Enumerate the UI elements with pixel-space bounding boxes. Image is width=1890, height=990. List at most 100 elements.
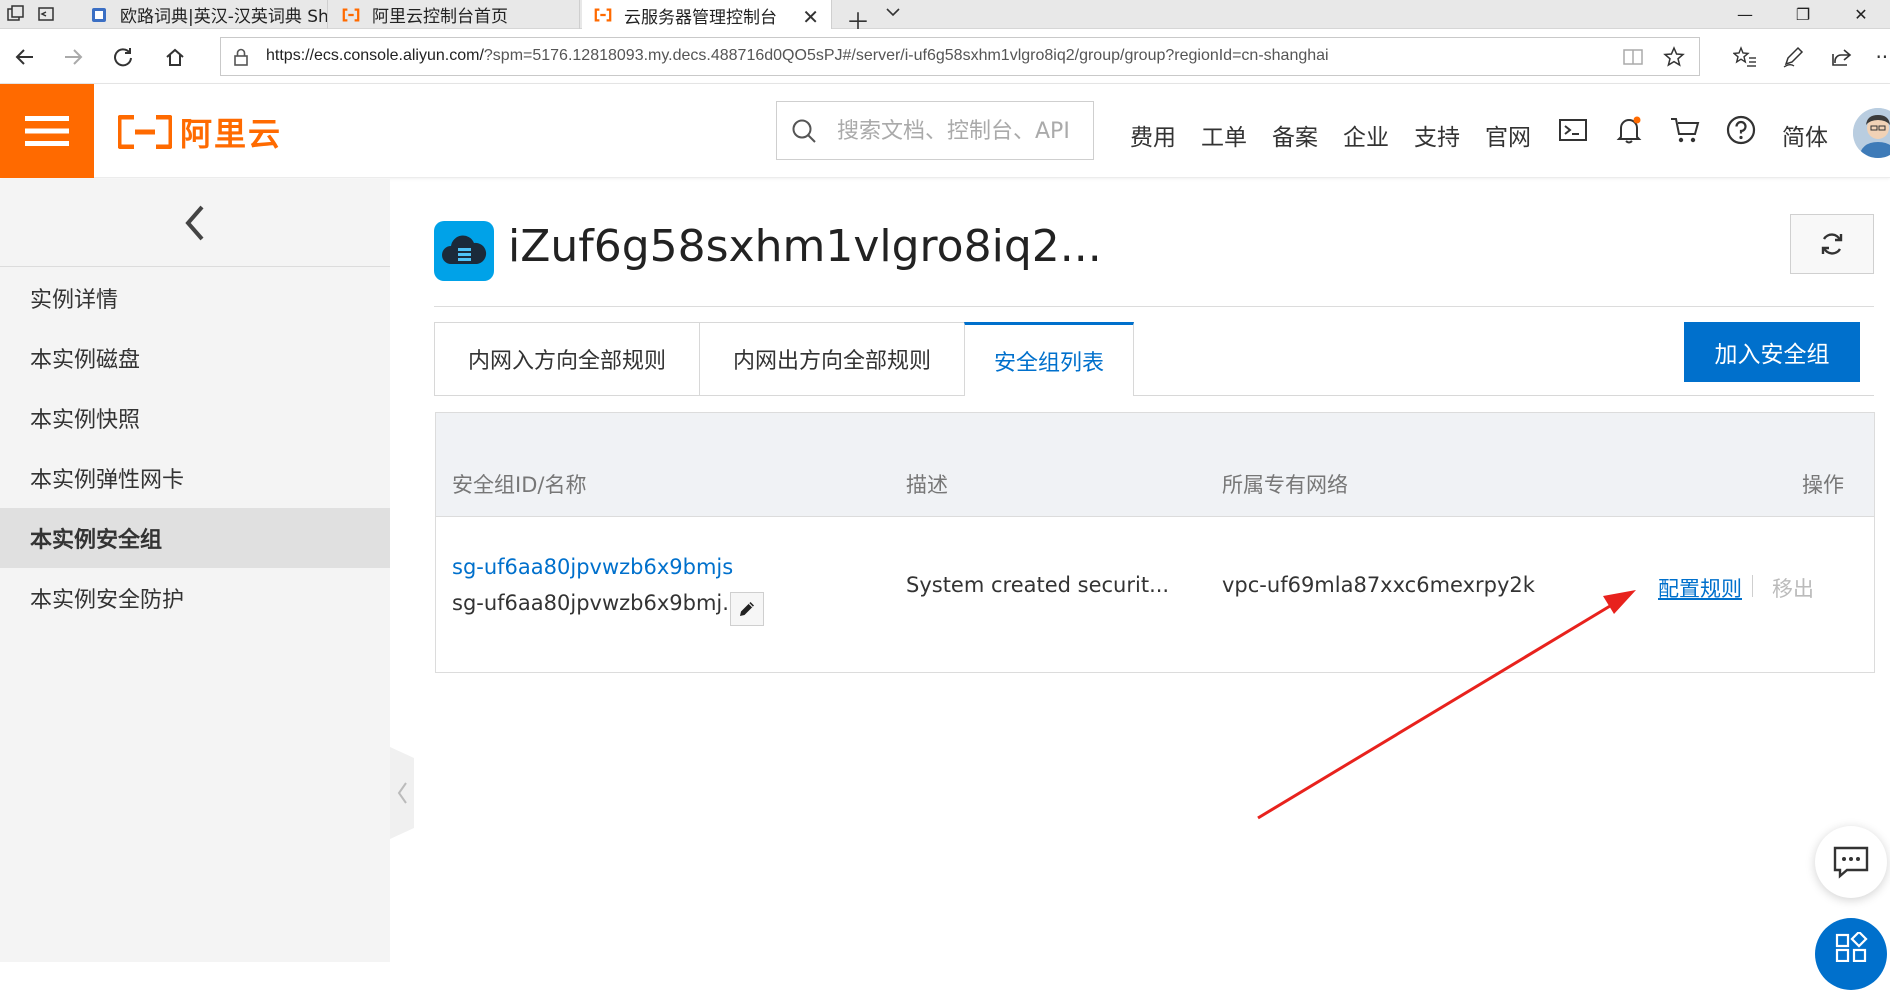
- search-input[interactable]: [837, 114, 1087, 148]
- refresh-button[interactable]: [1790, 214, 1874, 274]
- sidebar-item-security-protection[interactable]: 本实例安全防护: [0, 568, 390, 628]
- sidebar-item-eni[interactable]: 本实例弹性网卡: [0, 448, 390, 508]
- tab-manager-icon[interactable]: [6, 4, 26, 24]
- tab-security-group-list[interactable]: 安全组列表: [964, 322, 1134, 396]
- nav-enterprise[interactable]: 企业: [1343, 118, 1389, 152]
- tabs-aside-icon[interactable]: [36, 4, 56, 24]
- browser-tab-console-home[interactable]: 阿里云控制台首页: [330, 0, 580, 29]
- column-header-actions: 操作: [1802, 473, 1844, 497]
- url-path: ?spm=5176.12818093.my.decs.488716d0QO5sP…: [483, 47, 1329, 64]
- minimize-icon[interactable]: —: [1716, 0, 1774, 28]
- instance-title: iZuf6g58sxhm1vlgro8iq2...: [508, 221, 1102, 272]
- join-security-group-button[interactable]: 加入安全组: [1684, 322, 1860, 382]
- reload-icon[interactable]: [108, 42, 138, 72]
- pen-icon[interactable]: [1778, 42, 1808, 72]
- console-header: 阿里云 费用 工单 备案 企业 支持 官网 简体: [0, 84, 1890, 178]
- url-text: https://ecs.console.aliyun.com/?spm=5176…: [266, 47, 1329, 65]
- user-avatar[interactable]: [1853, 108, 1890, 158]
- tab-inbound-rules[interactable]: 内网入方向全部规则: [434, 322, 699, 396]
- language-switch[interactable]: 简体: [1782, 118, 1828, 152]
- notification-bell-icon[interactable]: [1613, 114, 1645, 146]
- restore-icon[interactable]: ❐: [1774, 0, 1832, 28]
- title-divider: [434, 306, 1874, 307]
- sidebar-item-label: 本实例安全组: [30, 528, 163, 553]
- tab-title: 阿里云控制台首页: [372, 7, 508, 27]
- chat-icon: [1833, 846, 1869, 879]
- table-header: 安全组ID/名称 描述 所属专有网络 操作: [436, 413, 1874, 517]
- more-menu-icon[interactable]: ···: [1870, 42, 1890, 72]
- home-icon[interactable]: [160, 42, 190, 72]
- sidebar-item-label: 本实例磁盘: [30, 348, 141, 373]
- nav-support[interactable]: 支持: [1414, 118, 1460, 152]
- reading-view-icon[interactable]: [1623, 48, 1643, 70]
- configure-rules-link[interactable]: 配置规则: [1658, 573, 1742, 603]
- security-group-id-link[interactable]: sg-uf6aa80jpvwzb6x9bmjs: [452, 555, 733, 579]
- menu-hamburger-icon[interactable]: [0, 84, 94, 178]
- tab-outbound-rules[interactable]: 内网出方向全部规则: [699, 322, 964, 396]
- security-tabs: 内网入方向全部规则 内网出方向全部规则 安全组列表: [434, 322, 1134, 396]
- aliyun-favicon-icon: [342, 6, 360, 24]
- edit-name-button[interactable]: [730, 592, 764, 626]
- nav-tickets[interactable]: 工单: [1201, 118, 1247, 152]
- window-close-icon[interactable]: ✕: [1832, 0, 1890, 28]
- dictionary-favicon-icon: [90, 6, 108, 24]
- tab-label: 内网入方向全部规则: [467, 349, 666, 374]
- close-tab-icon[interactable]: ✕: [802, 5, 819, 29]
- sidebar-item-instance-details[interactable]: 实例详情: [0, 268, 390, 328]
- tab-list-chevron-icon[interactable]: [884, 3, 902, 25]
- sidebar-item-label: 本实例安全防护: [30, 588, 185, 613]
- forward-icon[interactable]: [58, 42, 88, 72]
- share-icon[interactable]: [1826, 42, 1856, 72]
- apps-grid-icon: [1835, 932, 1868, 962]
- browser-toolbar: https://ecs.console.aliyun.com/?spm=5176…: [0, 29, 1890, 84]
- search-icon: [791, 118, 817, 148]
- logo-text: 阿里云: [180, 115, 283, 153]
- back-chevron-icon[interactable]: [0, 179, 390, 267]
- browser-tab-ecs-console[interactable]: 云服务器管理控制台 ✕: [582, 0, 832, 30]
- tab-label: 安全组列表: [993, 350, 1104, 376]
- action-separator: [1752, 575, 1753, 597]
- browser-tab-dictionary[interactable]: 欧路词典|英汉-汉英词典 Sh: [78, 0, 328, 29]
- favorites-list-icon[interactable]: [1730, 42, 1760, 72]
- sidebar-item-label: 本实例快照: [30, 408, 141, 433]
- url-host: https://ecs.console.aliyun.com/: [266, 47, 484, 64]
- table-row: sg-uf6aa80jpvwzb6x9bmjs sg-uf6aa80jpvwzb…: [436, 517, 1874, 672]
- tab-label: 内网出方向全部规则: [732, 349, 931, 374]
- security-group-description: System created securit...: [906, 573, 1170, 597]
- nav-icp[interactable]: 备案: [1272, 118, 1318, 152]
- tabs-divider: [1134, 395, 1874, 396]
- ecs-instance-icon: [434, 221, 494, 281]
- address-bar[interactable]: https://ecs.console.aliyun.com/?spm=5176…: [220, 37, 1700, 76]
- column-header-vpc: 所属专有网络: [1222, 473, 1348, 497]
- favorite-star-icon[interactable]: [1663, 46, 1685, 72]
- main-content: iZuf6g58sxhm1vlgro8iq2... 内网入方向全部规则 内网出方…: [390, 179, 1890, 962]
- quick-apps-button[interactable]: [1815, 918, 1887, 990]
- security-group-name: sg-uf6aa80jpvwzb6x9bmj...: [452, 591, 743, 615]
- lock-icon: [233, 48, 249, 70]
- sidebar-item-snapshots[interactable]: 本实例快照: [0, 388, 390, 448]
- aliyun-logo[interactable]: 阿里云: [118, 114, 282, 153]
- column-header-description: 描述: [906, 473, 948, 497]
- column-header-id-name: 安全组ID/名称: [452, 473, 587, 497]
- nav-official-site[interactable]: 官网: [1485, 118, 1531, 152]
- terminal-icon[interactable]: [1557, 114, 1589, 146]
- security-group-table: 安全组ID/名称 描述 所属专有网络 操作 sg-uf6aa80jpvwzb6x…: [435, 412, 1875, 673]
- console-search[interactable]: [776, 101, 1094, 160]
- back-icon[interactable]: [10, 42, 40, 72]
- pencil-icon: [740, 602, 754, 616]
- nav-fees[interactable]: 费用: [1130, 118, 1176, 152]
- tab-title: 欧路词典|英汉-汉英词典 Sh: [120, 7, 328, 27]
- remove-link[interactable]: 移出: [1772, 573, 1814, 603]
- aliyun-favicon-icon: [594, 6, 612, 24]
- tab-title: 云服务器管理控制台: [624, 7, 777, 28]
- security-group-vpc: vpc-uf69mla87xxc6mexrpy2k: [1222, 573, 1535, 597]
- sidebar-item-disks[interactable]: 本实例磁盘: [0, 328, 390, 388]
- aliyun-logo-mark-icon: [118, 115, 172, 149]
- sidebar-item-security-groups[interactable]: 本实例安全组: [0, 508, 390, 568]
- sidebar-item-label: 本实例弹性网卡: [30, 468, 185, 493]
- refresh-icon: [1821, 233, 1843, 255]
- browser-tab-strip: 欧路词典|英汉-汉英词典 Sh 阿里云控制台首页 云服务器管理控制台 ✕ ＋ —…: [0, 0, 1890, 36]
- chat-support-button[interactable]: [1815, 826, 1887, 898]
- help-icon[interactable]: [1725, 114, 1757, 146]
- cart-icon[interactable]: [1669, 114, 1701, 146]
